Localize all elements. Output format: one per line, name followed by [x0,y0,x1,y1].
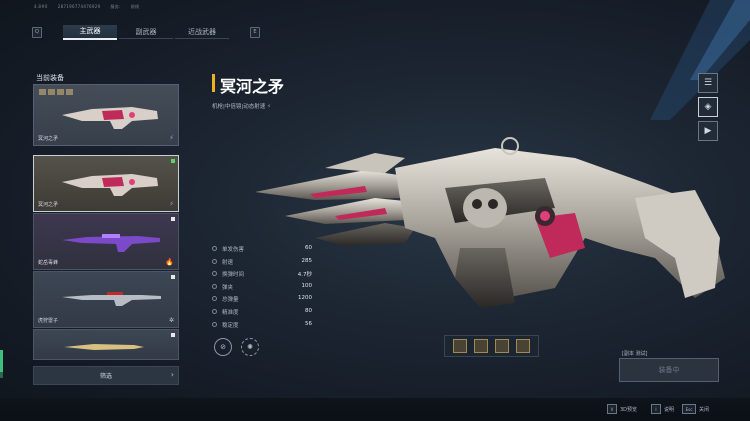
attachment-slot-3[interactable] [495,339,510,353]
attachment-slot-icons [39,89,73,95]
equip-info: [副本 测试] [622,351,648,357]
weapon-name: 冥河之矛 [220,77,285,96]
weapon-tab-bar: Q 主武器 副武器 近战武器 E [32,24,260,40]
reload-icon [212,271,217,277]
snowflake-icon: ✲ [168,317,174,324]
lightning-icon: ⚡ [266,104,271,110]
list-view-button[interactable]: ☰ [698,73,718,93]
selected-check-icon [171,159,175,163]
left-indicator-bar-secondary [0,372,3,378]
light-rays [650,0,750,120]
stat-row-damage: 单发伤害 60 [212,243,312,256]
weapon-thumbnail [62,107,158,129]
stat-row-firerate: 射速 285 [212,256,312,269]
attachment-slot-4[interactable] [516,339,531,353]
top-info: 4.8#0 287196774476929 服务: 前线 [34,4,140,9]
flame-icon: 🔥 [165,258,174,266]
damage-icon [212,246,217,251]
stat-row-stability: 稳定度 56 [212,319,312,332]
hint-3d-preview[interactable]: V 3D预览 [607,404,637,414]
magazine-icon [212,283,217,289]
attachment-slot-1[interactable] [452,339,467,353]
attachment-slot-2[interactable] [473,339,488,353]
play-preview-button[interactable]: ▶ [698,121,718,141]
unselected-check-icon [171,333,175,337]
weapon-list-item-name: 虎狩雷子 [38,318,59,324]
bottom-bar [0,398,750,421]
weapon-list-item-2[interactable]: 蛇岳毒蜂 🔥 [33,213,179,270]
weapon-list-item-name: 冥河之矛 [38,202,59,208]
weapon-list-item-3[interactable]: 虎狩雷子 ✲ [33,271,179,328]
accuracy-icon [212,308,217,314]
stat-row-reload: 换弹时间 4.7秒 [212,268,312,281]
left-indicator-bar [0,350,3,372]
weapon-list-item-4[interactable] [33,329,179,360]
no-sight-feature-icon[interactable]: ⊘ [214,338,232,356]
weapon-thumbnail [64,344,144,350]
weapon-thumbnail [62,292,161,306]
weapon-subtitle: 机枪|中倍镜|动态射速 ⚡ [212,104,271,110]
weapon-thumbnail [62,174,158,196]
tab-melee[interactable]: 近战武器 [175,25,229,39]
stat-row-total-ammo: 总弹量 1200 [212,293,312,306]
hint-close[interactable]: Esc 关闭 [682,404,709,414]
tab-secondary[interactable]: 副武器 [119,25,173,39]
filter-label: 筛选 [99,373,112,380]
filter-button[interactable]: 筛选 › [33,366,179,385]
title-accent-bar [212,74,215,92]
current-weapon-card[interactable]: 冥河之矛 ⚡ [33,84,179,146]
unselected-check-icon [171,217,175,221]
chevron-right-icon: › [170,370,174,379]
tab-next-key[interactable]: E [250,26,260,38]
weapon-thumbnail [62,234,160,252]
weapon-list-item-1[interactable]: 冥河之矛 ⚡ [33,155,179,212]
attachment-slots [444,335,539,357]
weapon-stats: 单发伤害 60 射速 285 换弹时间 4.7秒 弹夹 100 总弹量 1200 精准度 8… [212,243,312,331]
weapon-render [255,137,725,308]
burst-feature-icon[interactable]: ✺ [241,338,259,356]
ammo-icon [212,296,217,302]
stat-row-accuracy: 精准度 80 [212,306,312,319]
stability-icon [212,321,217,327]
current-weapon-name: 冥河之矛 [38,136,59,142]
hint-description[interactable]: I 说明 [651,404,674,414]
lightning-icon: ⚡ [169,200,174,208]
tab-prev-key[interactable]: Q [32,26,42,38]
unselected-check-icon [171,275,175,279]
skin-icon-button[interactable]: ◈ [698,97,718,117]
current-loadout-title: 当前装备 [36,74,64,82]
weapon-list-item-name: 蛇岳毒蜂 [38,260,59,266]
tab-primary[interactable]: 主武器 [63,24,117,40]
lightning-icon: ⚡ [169,134,174,142]
firerate-icon [212,258,217,264]
stat-row-magazine: 弹夹 100 [212,281,312,294]
equipped-button[interactable]: 装备中 [619,358,719,382]
